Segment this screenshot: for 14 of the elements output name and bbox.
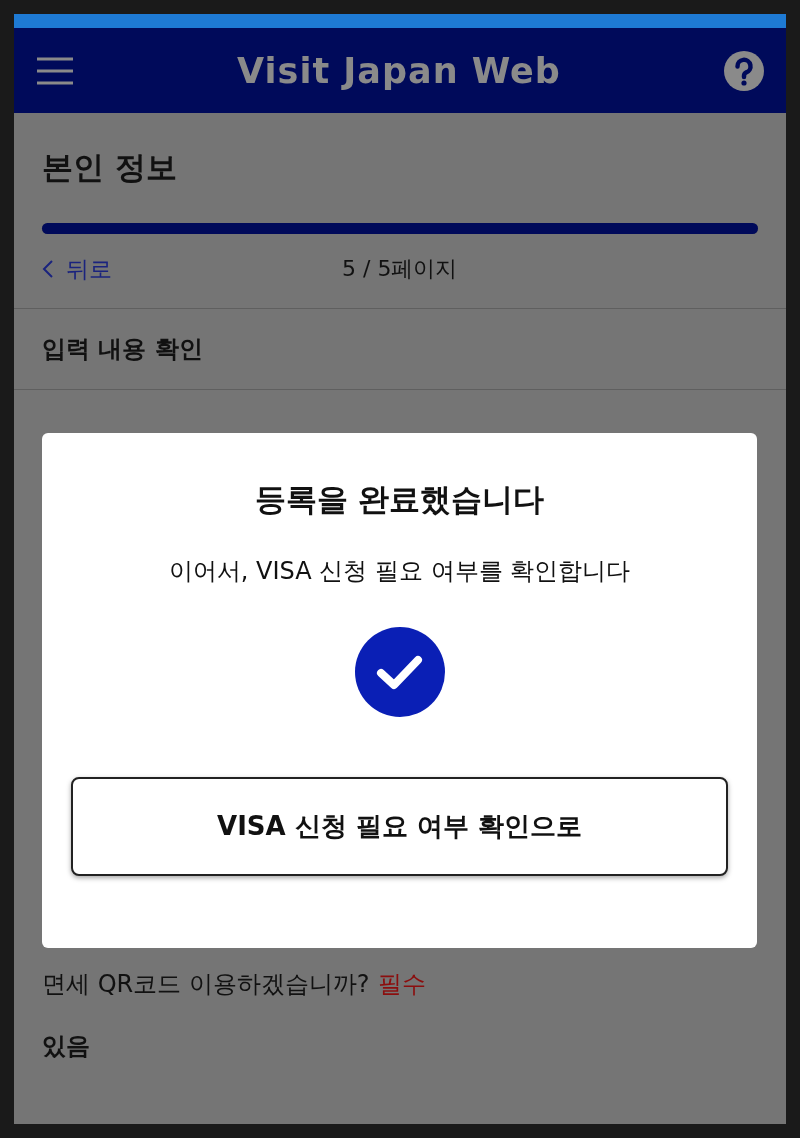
visa-check-button[interactable]: VISA 신청 필요 여부 확인으로 — [71, 777, 728, 876]
help-icon[interactable] — [724, 50, 764, 91]
answer-value: 있음 — [42, 1031, 91, 1062]
question-label: 면세 QR코드 이용하겠습니까? — [42, 969, 370, 1000]
section-title: 입력 내용 확인 — [42, 335, 203, 363]
dialog-title: 등록을 완료했습니다 — [254, 480, 545, 519]
chevron-left-icon — [42, 259, 54, 279]
menu-icon[interactable] — [36, 55, 74, 86]
page-indicator: 5 / 5페이지 — [342, 255, 458, 283]
page-title: 본인 정보 — [42, 148, 178, 187]
checkmark-icon — [354, 627, 445, 717]
required-tag: 필수 — [377, 968, 426, 1000]
dialog-message: 이어서, VISA 신청 필요 여부를 확인합니다 — [168, 556, 631, 587]
app-title: Visit Japan Web — [237, 50, 561, 91]
